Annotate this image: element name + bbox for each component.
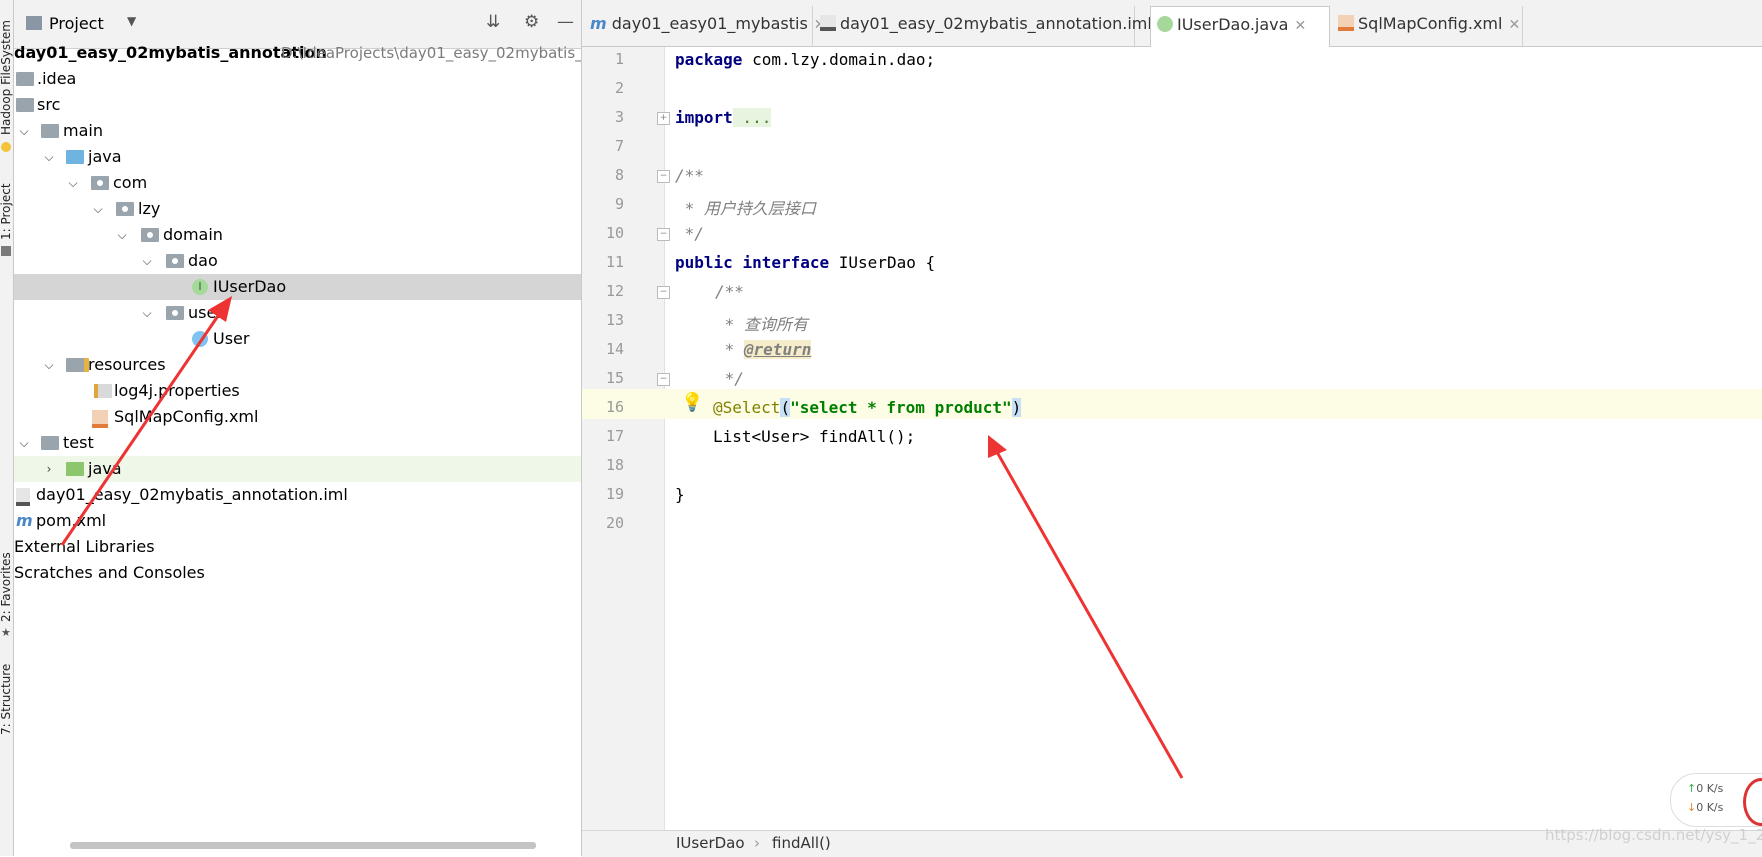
arrow-to-select-annotation [995,451,1184,779]
annotation-overlay [60,296,1184,779]
arrow-to-iuserdao [60,309,224,546]
arrowhead [208,296,232,322]
